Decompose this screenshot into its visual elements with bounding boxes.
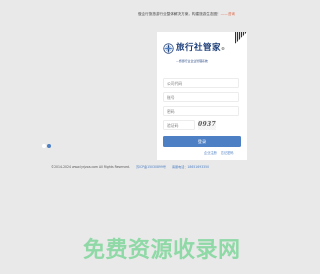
register-link[interactable]: 企业注册	[204, 151, 217, 155]
login-links: 企业注册 忘记密码	[204, 150, 242, 156]
captcha-image[interactable]: 0937	[198, 120, 216, 130]
login-button[interactable]: 登录	[163, 136, 241, 147]
carousel-dot-2[interactable]	[47, 144, 51, 148]
top-notice-text: 做企行旅旅游行业整体解决方案，构建旅游生态圈！	[138, 12, 221, 16]
login-card: 旅行社管家® —旅游行业企业管理系统 0937 登录 企业注册忘记密码	[157, 32, 247, 160]
logo-title-text: 旅行社管家	[176, 43, 222, 53]
company-code-input[interactable]	[163, 78, 239, 88]
logo: 旅行社管家®	[163, 43, 241, 55]
compass-logo-icon	[163, 43, 174, 54]
password-input[interactable]	[163, 106, 239, 116]
copyright-text: ©2014-2024 www.lyrjzoa.com All Rights Re…	[51, 165, 130, 169]
footer: ©2014-2024 www.lyrjzoa.com All Rights Re…	[51, 165, 262, 170]
watermark-text: 免费资源收录网	[83, 238, 241, 263]
carousel-indicator	[42, 143, 54, 149]
icp-link[interactable]: 苏ICP备15030899号	[136, 165, 166, 169]
carousel-dot-1[interactable]	[42, 144, 46, 148]
forgot-password-link[interactable]: 忘记密码	[221, 151, 234, 155]
account-input[interactable]	[163, 92, 239, 102]
hotline-text: 客服电话：18651693350	[171, 165, 210, 169]
top-notice: 做企行旅旅游行业整体解决方案，构建旅游生态圈！——咨询	[138, 12, 262, 17]
registered-mark: ®	[221, 46, 226, 51]
logo-title: 旅行社管家®	[176, 43, 226, 54]
consult-link[interactable]: ——咨询	[221, 12, 235, 16]
logo-subtitle: —旅游行业企业管理系统	[176, 59, 208, 63]
captcha-input[interactable]	[163, 120, 195, 130]
